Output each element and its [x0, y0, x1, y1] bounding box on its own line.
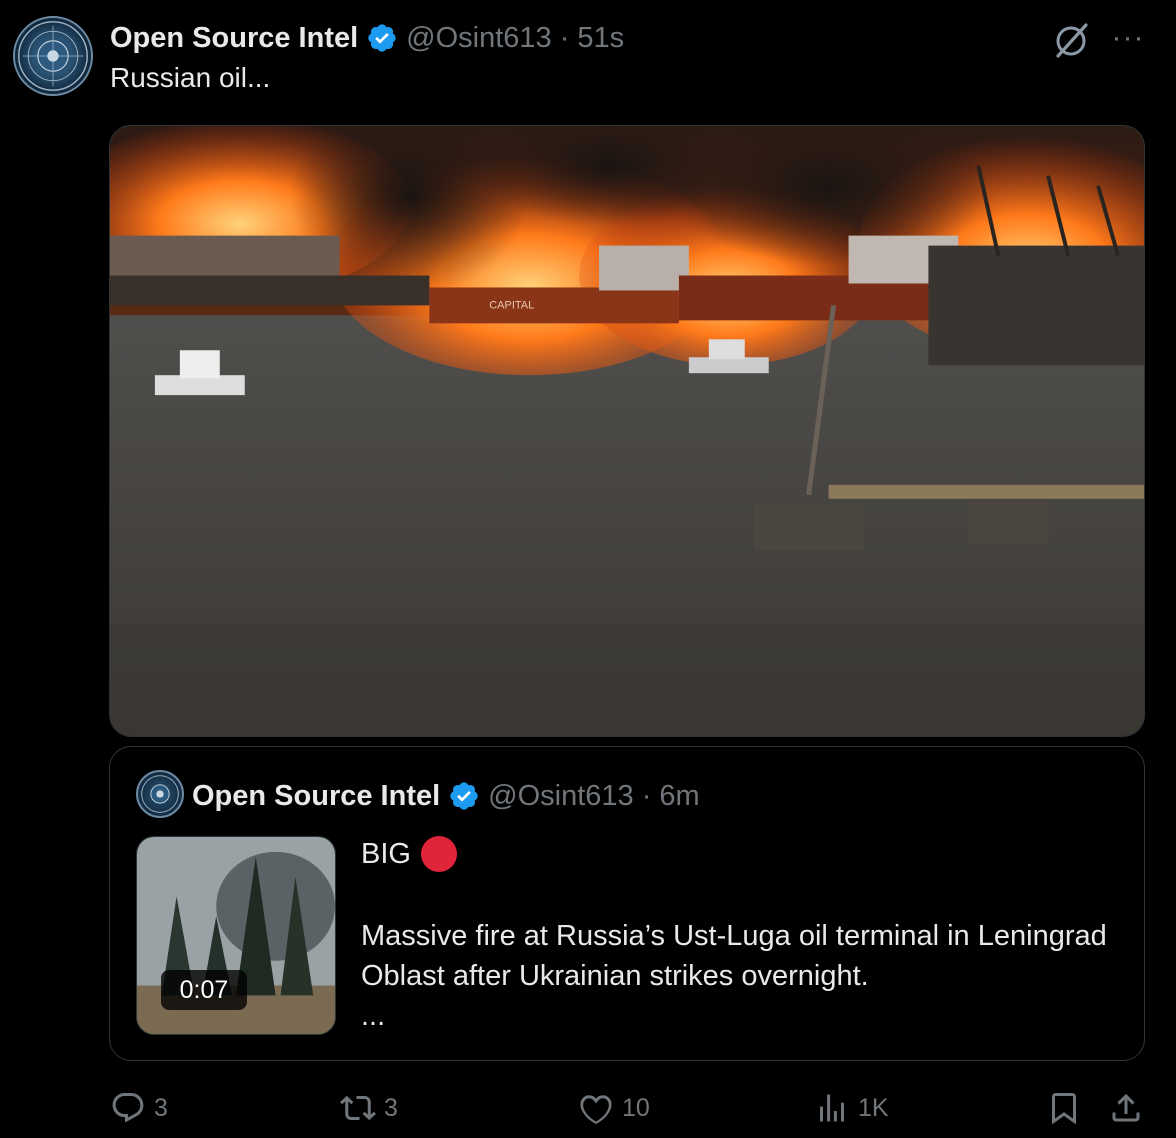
quoted-tweet-header: Open Source Intel @Osint613 · 6m	[192, 776, 700, 816]
repost-icon	[340, 1095, 376, 1121]
views-button[interactable]: 1K	[814, 1086, 889, 1130]
bookmark-button[interactable]	[1046, 1086, 1082, 1130]
like-button[interactable]: 10	[578, 1086, 650, 1130]
grok-icon[interactable]	[1050, 20, 1092, 62]
reply-count: 3	[154, 1093, 168, 1122]
quoted-author-avatar[interactable]	[136, 770, 184, 818]
separator-dot: ·	[641, 779, 652, 812]
reply-icon	[112, 1093, 144, 1123]
share-button[interactable]	[1108, 1086, 1144, 1130]
bookmark-icon	[1052, 1093, 1076, 1125]
big-label: BIG	[361, 837, 411, 870]
separator-dot: ·	[559, 21, 570, 54]
author-name[interactable]: Open Source Intel	[110, 22, 358, 55]
views-count: 1K	[858, 1093, 889, 1122]
quoted-author-handle[interactable]: @Osint613	[488, 780, 634, 813]
like-count: 10	[622, 1093, 650, 1122]
quoted-ellipsis: ...	[361, 1000, 386, 1032]
author-avatar[interactable]	[13, 16, 93, 96]
ship-label: CAPITAL	[489, 299, 534, 311]
oil-terminal-fire-photo: CAPITAL	[110, 126, 1144, 736]
quoted-headline: BIG	[361, 836, 457, 872]
osint-logo	[141, 775, 179, 813]
tweet-text: Russian oil...	[110, 62, 271, 93]
verified-badge-icon[interactable]	[366, 22, 398, 54]
author-handle[interactable]: @Osint613	[406, 22, 552, 55]
quoted-author-name[interactable]: Open Source Intel	[192, 780, 440, 813]
reply-button[interactable]: 3	[110, 1086, 168, 1130]
share-icon	[1112, 1093, 1140, 1122]
quoted-tweet-timestamp[interactable]: 6m	[659, 780, 699, 813]
repost-button[interactable]: 3	[340, 1086, 398, 1130]
repost-count: 3	[384, 1093, 398, 1122]
red-circle-icon	[420, 836, 457, 872]
tweet-header: Open Source Intel @Osint613 · 51s	[110, 18, 624, 58]
video-duration-badge: 0:07	[161, 970, 247, 1010]
views-icon	[820, 1094, 844, 1122]
osint-logo	[18, 21, 88, 91]
tweet-timestamp[interactable]: 51s	[577, 22, 624, 55]
more-icon[interactable]: ···	[1108, 18, 1148, 58]
like-icon	[580, 1095, 612, 1125]
verified-badge-icon[interactable]	[448, 780, 480, 812]
quoted-tweet-text: Massive fire at Russia’s Ust-Luga oil te…	[361, 920, 1107, 992]
tweet-image[interactable]: CAPITAL	[109, 125, 1145, 737]
